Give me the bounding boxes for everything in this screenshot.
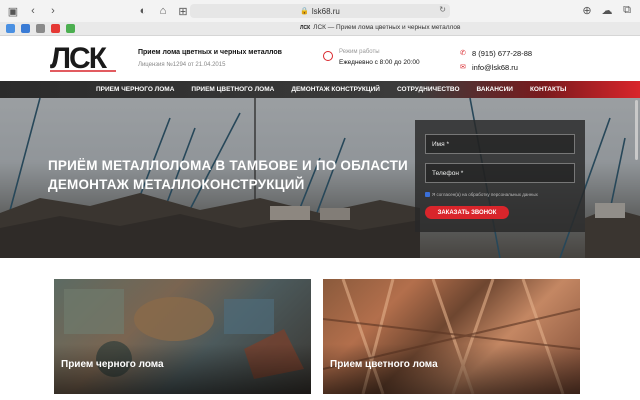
tab-favicon: ЛСК — [300, 24, 311, 31]
clock-icon — [323, 51, 333, 61]
tab-active[interactable]: ЛСК ЛСК — Прием лома цветных и черных ме… — [300, 24, 461, 31]
hero-title-line1: ПРИЁМ МЕТАЛЛОЛОМА В ТАМБОВЕ И ПО ОБЛАСТИ — [48, 158, 408, 173]
bookmark-icon[interactable] — [21, 24, 30, 33]
mail-icon: ✉ — [460, 64, 466, 71]
back-icon[interactable]: ‹ — [26, 4, 40, 18]
nav-cooperation[interactable]: СОТРУДНИЧЕСТВО — [397, 86, 460, 93]
browser-toolbar: ▣ ‹ › ◐ ⌂ ⊞ + 🔒 lsk68.ru ↻ ⊕ ☁ ⧉ — [0, 0, 640, 22]
company-name: Прием лома цветных и черных металлов — [138, 49, 282, 56]
nav-contacts[interactable]: КОНТАКТЫ — [530, 86, 566, 93]
phone-link[interactable]: ✆ 8 (915) 677-28-88 — [460, 47, 532, 59]
nav-dismantling[interactable]: ДЕМОНТАЖ КОНСТРУКЦИЙ — [291, 86, 380, 93]
callback-form: Имя * Телефон * Я согласен(а) на обработ… — [415, 120, 585, 232]
email-address: info@lsk68.ru — [472, 62, 518, 72]
nav-ferrous-scrap[interactable]: ПРИЕМ ЧЕРНОГО ЛОМА — [96, 86, 174, 93]
hero-title-line2: ДЕМОНТАЖ МЕТАЛЛОКОНСТРУКЦИЙ — [48, 177, 305, 192]
forward-icon[interactable]: › — [46, 4, 60, 18]
sidebar-icon[interactable]: ▣ — [6, 4, 20, 18]
main-nav: ПРИЕМ ЧЕРНОГО ЛОМА ПРИЕМ ЦВЕТНОГО ЛОМА Д… — [0, 81, 640, 98]
tab-bar: ЛСК ЛСК — Прием лома цветных и черных ме… — [0, 22, 640, 36]
order-call-button[interactable]: ЗАКАЗАТЬ ЗВОНОК — [425, 206, 509, 219]
bookmark-icon[interactable] — [51, 24, 60, 33]
email-link[interactable]: ✉ info@lsk68.ru — [460, 61, 532, 73]
lock-icon: 🔒 — [300, 8, 309, 15]
address-bar[interactable]: 🔒 lsk68.ru ↻ — [190, 4, 450, 18]
bookmark-icon[interactable] — [36, 24, 45, 33]
card-ferrous-title: Прием черного лома — [61, 359, 164, 370]
reload-icon[interactable]: ↻ — [439, 5, 446, 14]
card-nonferrous[interactable]: Прием цветного лома — [323, 279, 580, 394]
nav-nonferrous-scrap[interactable]: ПРИЕМ ЦВЕТНОГО ЛОМА — [191, 86, 274, 93]
shield-icon[interactable]: ◐ — [136, 4, 150, 18]
download-icon[interactable]: ⊕ — [580, 3, 594, 17]
contacts: ✆ 8 (915) 677-28-88 ✉ info@lsk68.ru — [460, 47, 532, 75]
scrollbar[interactable] — [635, 100, 638, 160]
tabs-icon[interactable]: ⧉ — [620, 3, 634, 17]
bookmark-icon[interactable] — [66, 24, 75, 33]
company-info: Прием лома цветных и черных металлов Лиц… — [138, 49, 282, 68]
hours-value: Ежедневно с 8:00 до 20:00 — [339, 59, 420, 66]
phone-icon: ✆ — [460, 50, 466, 57]
hours-label: Режим работы — [339, 49, 380, 55]
site-header: ЛСК Прием лома цветных и черных металлов… — [0, 37, 640, 81]
consent-checkbox[interactable]: Я согласен(а) на обработку персональных … — [425, 192, 538, 197]
card-nonferrous-title: Прием цветного лома — [330, 359, 438, 370]
home-icon[interactable]: ⌂ — [156, 4, 170, 18]
cloud-icon[interactable]: ☁ — [600, 3, 614, 17]
name-input[interactable]: Имя * — [425, 134, 575, 154]
address-text: lsk68.ru — [311, 6, 340, 16]
logo[interactable]: ЛСК — [50, 42, 118, 75]
consent-label: Я согласен(а) на обработку персональных … — [432, 192, 538, 197]
phone-number: 8 (915) 677-28-88 — [472, 48, 533, 58]
license-text: Лицензия №1294 от 21.04.2015 — [138, 62, 226, 68]
logo-mark: ЛСК — [50, 42, 116, 75]
bookmark-icon[interactable] — [6, 24, 15, 33]
card-ferrous[interactable]: Прием черного лома — [54, 279, 311, 394]
hero-title: ПРИЁМ МЕТАЛЛОЛОМА В ТАМБОВЕ И ПО ОБЛАСТИ… — [48, 156, 408, 194]
checkbox-icon[interactable] — [425, 192, 430, 197]
svg-text:ЛСК: ЛСК — [50, 42, 108, 72]
phone-input[interactable]: Телефон * — [425, 163, 575, 183]
nav-vacancies[interactable]: ВАКАНСИИ — [477, 86, 513, 93]
grid-icon[interactable]: ⊞ — [176, 4, 190, 18]
tab-title: ЛСК — Прием лома цветных и черных металл… — [313, 24, 461, 31]
hero-banner: ПРИЁМ МЕТАЛЛОЛОМА В ТАМБОВЕ И ПО ОБЛАСТИ… — [0, 98, 640, 258]
working-hours: Режим работы Ежедневно с 8:00 до 20:00 — [323, 49, 420, 66]
